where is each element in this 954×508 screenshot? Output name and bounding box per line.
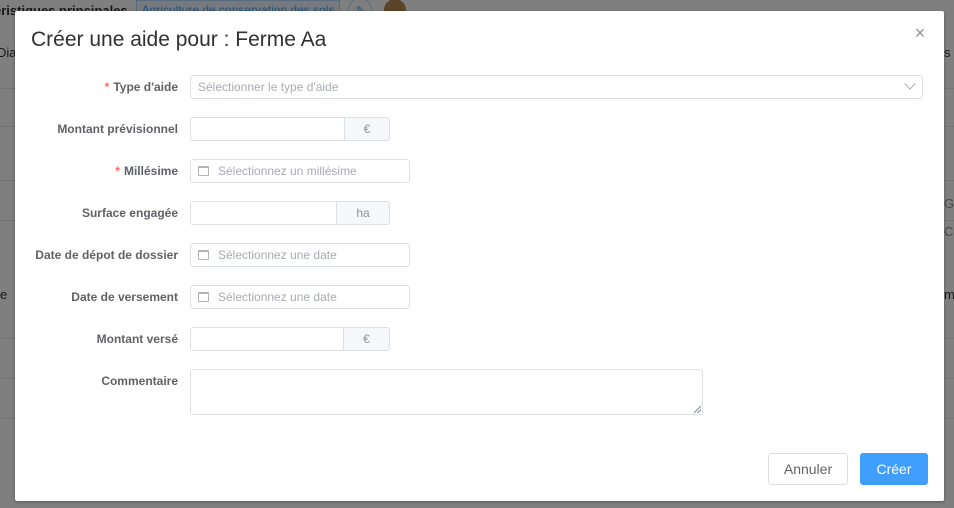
millesime-picker[interactable]: Sélectionnez un millésime: [190, 159, 410, 183]
montant-verse-label: Montant versé: [96, 332, 178, 346]
montant-verse-input[interactable]: [190, 327, 343, 351]
montant-previsionnel-group: €: [190, 117, 390, 141]
form-row-date-depot: Date de dépot de dossier Sélectionnez un…: [15, 243, 944, 267]
date-versement-label: Date de versement: [71, 290, 178, 304]
calendar-icon: [198, 292, 209, 302]
create-aid-dialog: Créer une aide pour : Ferme Aa × * Type d…: [15, 11, 944, 501]
form-row-date-versement: Date de versement Sélectionnez une date: [15, 285, 944, 309]
millesime-placeholder: Sélectionnez un millésime: [218, 164, 357, 178]
date-depot-placeholder: Sélectionnez une date: [218, 248, 337, 262]
date-depot-label: Date de dépot de dossier: [35, 248, 178, 262]
type-aide-placeholder: Sélectionner le type d'aide: [198, 80, 339, 94]
form-row-montant-verse: Montant versé €: [15, 327, 944, 351]
montant-verse-group: €: [190, 327, 390, 351]
chevron-down-icon: [904, 78, 916, 90]
required-marker: *: [115, 164, 120, 178]
euro-unit: €: [343, 327, 390, 351]
close-icon[interactable]: ×: [912, 24, 928, 42]
surface-engagee-label: Surface engagée: [81, 206, 178, 220]
surface-engagee-group: ha: [190, 201, 390, 225]
date-depot-picker[interactable]: Sélectionnez une date: [190, 243, 410, 267]
millesime-label: * Millésime: [115, 164, 178, 178]
form-row-millesime: * Millésime Sélectionnez un millésime: [15, 159, 944, 183]
date-versement-placeholder: Sélectionnez une date: [218, 290, 337, 304]
commentaire-label: Commentaire: [101, 374, 178, 388]
cancel-button[interactable]: Annuler: [768, 453, 848, 485]
type-aide-label: * Type d'aide: [104, 80, 178, 94]
commentaire-textarea[interactable]: [190, 369, 703, 415]
calendar-icon: [198, 250, 209, 260]
date-versement-picker[interactable]: Sélectionnez une date: [190, 285, 410, 309]
required-marker: *: [104, 80, 110, 94]
surface-engagee-input[interactable]: [190, 201, 336, 225]
form-row-surface-engagee: Surface engagée ha: [15, 201, 944, 225]
type-aide-select[interactable]: Sélectionner le type d'aide: [190, 75, 923, 99]
calendar-icon: [198, 166, 209, 176]
dialog-title: Créer une aide pour : Ferme Aa: [31, 28, 327, 51]
form-row-type-aide: * Type d'aide Sélectionner le type d'aide: [15, 75, 944, 99]
montant-previsionnel-input[interactable]: [190, 117, 344, 141]
form-row-montant-previsionnel: Montant prévisionnel €: [15, 117, 944, 141]
montant-previsionnel-label: Montant prévisionnel: [57, 122, 178, 136]
ha-unit: ha: [336, 201, 390, 225]
resize-handle-icon[interactable]: [694, 406, 701, 413]
euro-unit: €: [344, 117, 390, 141]
form-row-commentaire: Commentaire: [15, 369, 944, 415]
create-button[interactable]: Créer: [860, 453, 928, 485]
